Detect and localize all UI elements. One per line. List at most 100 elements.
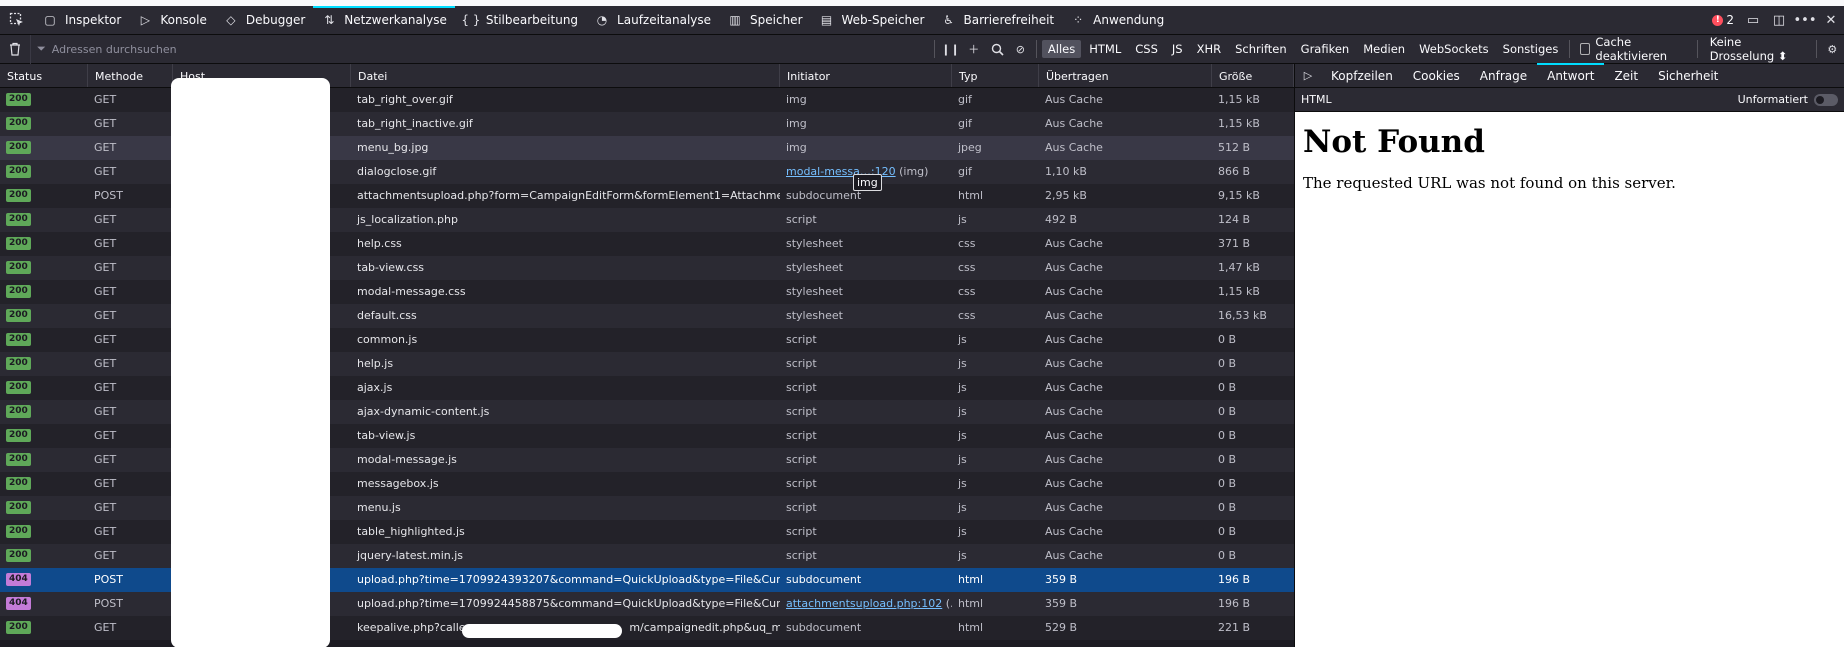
disable-cache-checkbox[interactable]: Cache deaktivieren: [1574, 35, 1693, 63]
cell-file: ajax-dynamic-content.js: [357, 405, 490, 418]
details-tab-anfrage[interactable]: Anfrage: [1470, 64, 1537, 88]
toolbar-separator: [1815, 40, 1817, 58]
cell-type: html: [958, 597, 984, 610]
tab-accessibility[interactable]: ♿ Barrierefreiheit: [932, 6, 1062, 35]
details-tab-cookies[interactable]: Cookies: [1403, 64, 1470, 88]
cell-method: GET: [94, 117, 117, 130]
cell-transferred: Aus Cache: [1045, 237, 1103, 250]
gear-icon: ⚙: [1827, 42, 1838, 56]
col-type[interactable]: Typ: [952, 64, 1039, 87]
cell-transferred: Aus Cache: [1045, 549, 1103, 562]
inspector-icon: ▢: [44, 13, 56, 27]
responsive-mode-button[interactable]: ▭: [1740, 6, 1766, 35]
cell-status: 200: [0, 424, 88, 448]
tab-debugger[interactable]: ◇ Debugger: [215, 6, 313, 35]
filter-schriften[interactable]: Schriften: [1229, 40, 1293, 58]
cell-initiator: stylesheet: [786, 285, 843, 298]
cell-size: 0 B: [1218, 429, 1237, 442]
details-tab-sicherheit[interactable]: Sicherheit: [1648, 64, 1728, 88]
cell-method: GET: [94, 261, 117, 274]
col-method[interactable]: Methode: [88, 64, 173, 87]
tab-network[interactable]: ⇅ Netzwerkanalyse: [313, 5, 455, 35]
tab-inspector[interactable]: ▢ Inspektor: [34, 6, 129, 35]
cell-status: 200: [0, 544, 88, 568]
filter-grafiken[interactable]: Grafiken: [1295, 40, 1356, 58]
more-options-button[interactable]: •••: [1792, 6, 1818, 35]
cell-method: GET: [94, 357, 117, 370]
cell-size: 866 B: [1218, 165, 1251, 178]
cell-file: tab-view.js: [357, 429, 416, 442]
cell-size: 0 B: [1218, 501, 1237, 514]
filter-sonstiges[interactable]: Sonstiges: [1497, 40, 1565, 58]
cell-file: default.css: [357, 309, 417, 322]
network-settings-button[interactable]: ⚙: [1821, 35, 1844, 64]
filter-medien[interactable]: Medien: [1357, 40, 1411, 58]
col-status[interactable]: Status: [0, 64, 88, 87]
tab-memory[interactable]: ▥ Speicher: [719, 6, 810, 35]
details-tab-zeit[interactable]: Zeit: [1604, 64, 1648, 88]
filter-websockets[interactable]: WebSockets: [1413, 40, 1495, 58]
col-transferred[interactable]: Übertragen: [1039, 64, 1212, 87]
filter-js[interactable]: JS: [1166, 40, 1189, 58]
devtools-actions: ! 2 ▭ ◫ ••• ✕: [1706, 6, 1844, 35]
tab-style-editor[interactable]: { } Stilbearbeitung: [455, 6, 586, 35]
close-devtools-button[interactable]: ✕: [1818, 6, 1844, 35]
clear-button[interactable]: [0, 42, 30, 56]
block-requests-button[interactable]: ⊘: [1009, 35, 1032, 64]
filter-html[interactable]: HTML: [1083, 40, 1127, 58]
cell-type: css: [958, 261, 976, 274]
cell-size: 16,53 kB: [1218, 309, 1267, 322]
cell-transferred: 359 B: [1045, 573, 1078, 586]
cell-size: 0 B: [1218, 381, 1237, 394]
cell-size: 196 B: [1218, 597, 1251, 610]
cell-status: 200: [0, 256, 88, 280]
cell-initiator: script: [786, 477, 817, 490]
filter-xhr[interactable]: XHR: [1191, 40, 1228, 58]
search-button[interactable]: [985, 35, 1008, 64]
devtools-tab-list: ▢ Inspektor ▷ Konsole ◇ Debugger ⇅ Netzwerkanal…: [34, 5, 1172, 35]
initiator-link[interactable]: attachmentsupload.php:102: [786, 597, 942, 610]
cell-type: js: [958, 549, 967, 562]
dock-button[interactable]: ◫: [1766, 6, 1792, 35]
status-badge: 200: [6, 621, 31, 634]
cell-initiator: script: [786, 213, 817, 226]
cell-type: css: [958, 309, 976, 322]
response-format-label: HTML: [1301, 93, 1332, 106]
filter-alles[interactable]: Alles: [1041, 40, 1082, 58]
cell-file: dialogclose.gif: [357, 165, 437, 178]
raw-toggle[interactable]: Unformatiert: [1738, 93, 1838, 106]
url-filter-input[interactable]: ⏷ Adressen durchsuchen: [29, 34, 930, 64]
add-request-button[interactable]: ＋: [962, 35, 985, 64]
details-tab-antwort[interactable]: Antwort: [1537, 62, 1605, 88]
cell-initiator: script: [786, 405, 817, 418]
toolbar-separator: [1569, 40, 1571, 58]
cell-file: modal-message.js: [357, 453, 457, 466]
throttling-select[interactable]: Keine Drosselung ⬍: [1702, 35, 1812, 63]
cell-type: css: [958, 237, 976, 250]
toggle-sidebar-button[interactable]: ▷: [1295, 64, 1321, 88]
tab-console[interactable]: ▷ Konsole: [129, 6, 215, 35]
details-tab-kopfzeilen[interactable]: Kopfzeilen: [1321, 64, 1403, 88]
cell-file: help.js: [357, 357, 394, 370]
element-picker-button[interactable]: [0, 6, 34, 35]
cell-method: POST: [94, 189, 123, 202]
pause-button[interactable]: ❙❙: [939, 35, 962, 64]
col-initiator[interactable]: Initiator: [780, 64, 952, 87]
cell-transferred: Aus Cache: [1045, 285, 1103, 298]
col-file[interactable]: Datei: [351, 64, 780, 87]
tab-application[interactable]: ⁘ Anwendung: [1062, 6, 1172, 35]
type-filter-group: Alles HTML CSS JS XHR Schriften Grafiken Medien…: [1041, 40, 1565, 58]
tab-storage[interactable]: ▤ Web-Speicher: [811, 6, 933, 35]
cell-size: 1,15 kB: [1218, 285, 1260, 298]
cell-transferred: Aus Cache: [1045, 501, 1103, 514]
cell-initiator: stylesheet: [786, 237, 843, 250]
tab-performance[interactable]: ◔ Laufzeitanalyse: [586, 6, 719, 35]
col-size[interactable]: Größe: [1212, 64, 1294, 87]
cell-type: html: [958, 621, 984, 634]
redaction-overlay-url: [462, 624, 622, 638]
error-count-badge[interactable]: ! 2: [1706, 13, 1740, 27]
filter-css[interactable]: CSS: [1129, 40, 1164, 58]
cell-method: GET: [94, 477, 117, 490]
cell-method: GET: [94, 549, 117, 562]
cell-initiator: stylesheet: [786, 261, 843, 274]
